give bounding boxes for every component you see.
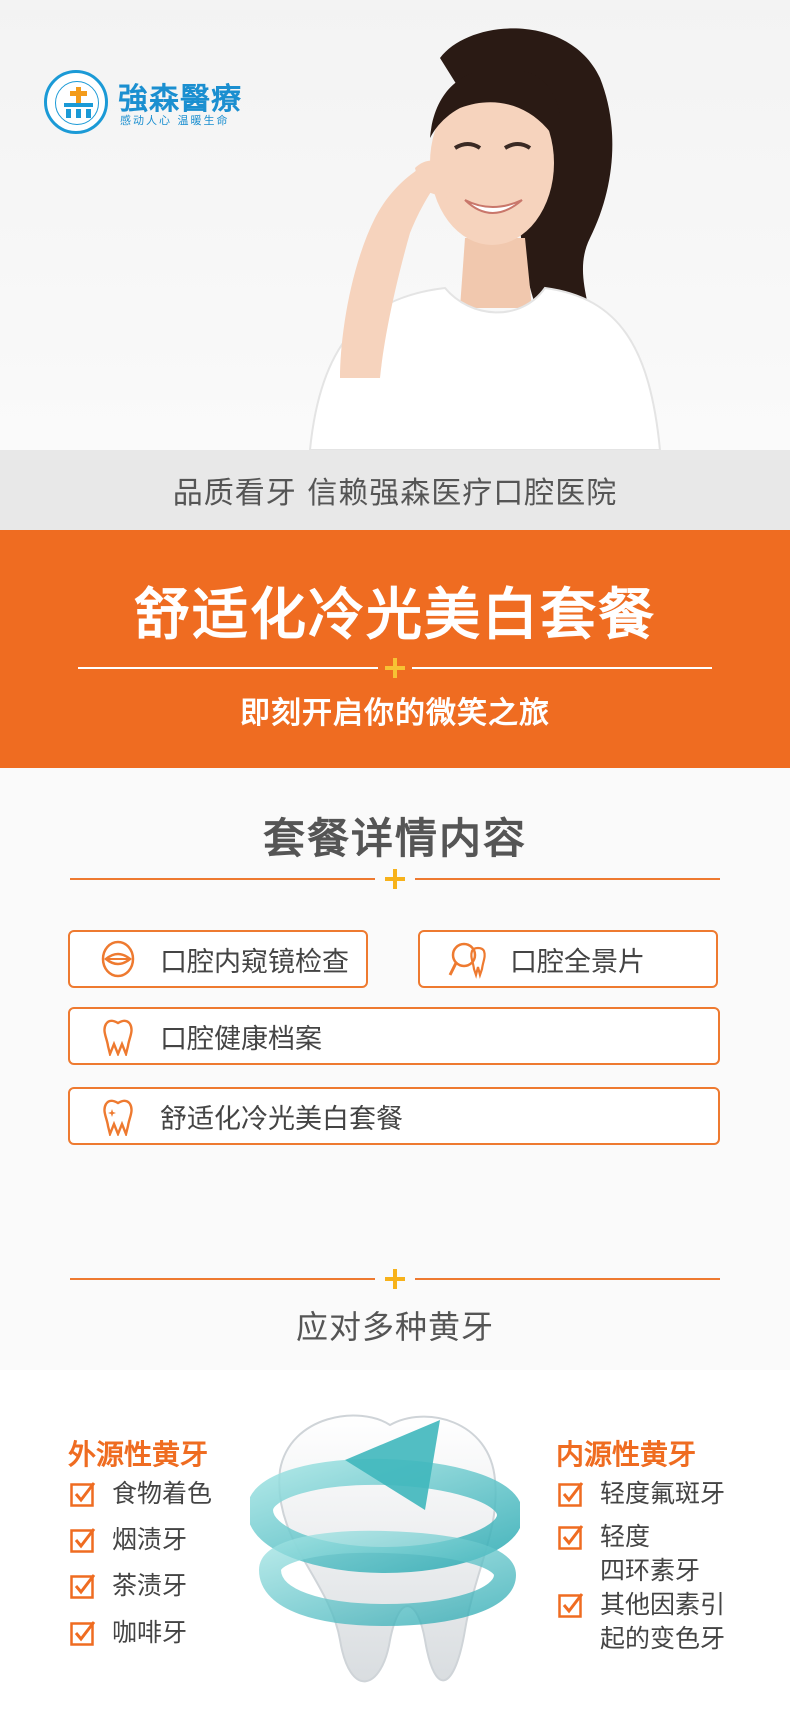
list-item: 其他因素引 起的变色牙 bbox=[558, 1588, 725, 1656]
package-item-label: 口腔内窥镜检查 bbox=[160, 946, 349, 978]
list-item: 茶渍牙 bbox=[70, 1569, 187, 1603]
banner-subtitle: 即刻开启你的微笑之旅 bbox=[240, 696, 550, 731]
internal-yellow-title: 内源性黄牙 bbox=[556, 1438, 697, 1471]
list-item: 咖啡牙 bbox=[70, 1616, 187, 1650]
tooth-icon bbox=[103, 1019, 133, 1056]
checkbox-checked-icon bbox=[70, 1482, 96, 1507]
brand-slogan: 感动人心 温暖生命 bbox=[120, 114, 230, 127]
package-divider-right bbox=[415, 878, 720, 880]
list-item-text: 烟渍牙 bbox=[112, 1525, 188, 1554]
list-item: 食物着色 bbox=[70, 1477, 212, 1511]
list-item: 烟渍牙 bbox=[70, 1523, 187, 1557]
whitening-tooth-illustration bbox=[250, 1414, 520, 1683]
checkbox-checked-icon bbox=[558, 1482, 584, 1507]
hospital-emblem-icon bbox=[44, 70, 108, 134]
banner-title: 舒适化冷光美白套餐 bbox=[134, 583, 656, 648]
smiling-woman-photo bbox=[308, 28, 662, 450]
yellow-teeth-title: 应对多种黄牙 bbox=[295, 1308, 494, 1346]
package-divider-left bbox=[70, 878, 375, 880]
package-item-health-record: 口腔健康档案 bbox=[68, 1007, 720, 1065]
checkbox-checked-icon bbox=[70, 1528, 96, 1553]
list-item-text: 食物着色 bbox=[112, 1479, 213, 1508]
package-item-label: 舒适化冷光美白套餐 bbox=[160, 1103, 403, 1135]
hero-section: 強森醫療 感动人心 温暖生命 bbox=[0, 0, 790, 450]
banner-divider-left bbox=[78, 667, 378, 669]
tagline-text: 品质看牙 信赖强森医疗口腔医院 bbox=[172, 476, 618, 511]
package-section-title: 套餐详情内容 bbox=[262, 814, 527, 863]
plus-icon bbox=[385, 1269, 405, 1289]
package-item-panoramic: 口腔全景片 bbox=[418, 930, 718, 988]
brand-logo: 強森醫療 感动人心 温暖生命 bbox=[44, 70, 284, 140]
list-item: 轻度氟斑牙 bbox=[558, 1477, 725, 1511]
mouth-icon bbox=[101, 940, 135, 978]
package-item-endoscope: 口腔内窥镜检查 bbox=[68, 930, 368, 988]
list-item-text: 茶渍牙 bbox=[112, 1571, 188, 1600]
plus-icon bbox=[385, 869, 405, 889]
yellow-divider-left bbox=[70, 1278, 375, 1280]
xray-tooth-icon bbox=[448, 942, 486, 979]
list-item-text: 轻度 四环素牙 bbox=[600, 1522, 701, 1585]
package-item-label: 口腔健康档案 bbox=[160, 1023, 322, 1055]
checkbox-checked-icon bbox=[558, 1525, 584, 1550]
checkbox-checked-icon bbox=[70, 1574, 96, 1599]
yellow-divider-right bbox=[415, 1278, 720, 1280]
tagline-band: 品质看牙 信赖强森医疗口腔医院 bbox=[0, 450, 790, 530]
list-item-text: 其他因素引 起的变色牙 bbox=[600, 1590, 726, 1653]
external-yellow-title: 外源性黄牙 bbox=[68, 1438, 209, 1471]
plus-icon bbox=[385, 658, 405, 678]
list-item-text: 轻度氟斑牙 bbox=[600, 1479, 726, 1508]
sparkle-tooth-icon bbox=[103, 1099, 133, 1136]
checkbox-checked-icon bbox=[558, 1593, 584, 1618]
list-item: 轻度 四环素牙 bbox=[558, 1520, 700, 1588]
checkbox-checked-icon bbox=[70, 1621, 96, 1646]
list-item-text: 咖啡牙 bbox=[112, 1618, 188, 1647]
package-item-label: 口腔全景片 bbox=[510, 946, 645, 978]
banner-divider-right bbox=[412, 667, 712, 669]
package-item-whitening: 舒适化冷光美白套餐 bbox=[68, 1087, 720, 1145]
promo-banner: 舒适化冷光美白套餐 即刻开启你的微笑之旅 bbox=[0, 530, 790, 768]
